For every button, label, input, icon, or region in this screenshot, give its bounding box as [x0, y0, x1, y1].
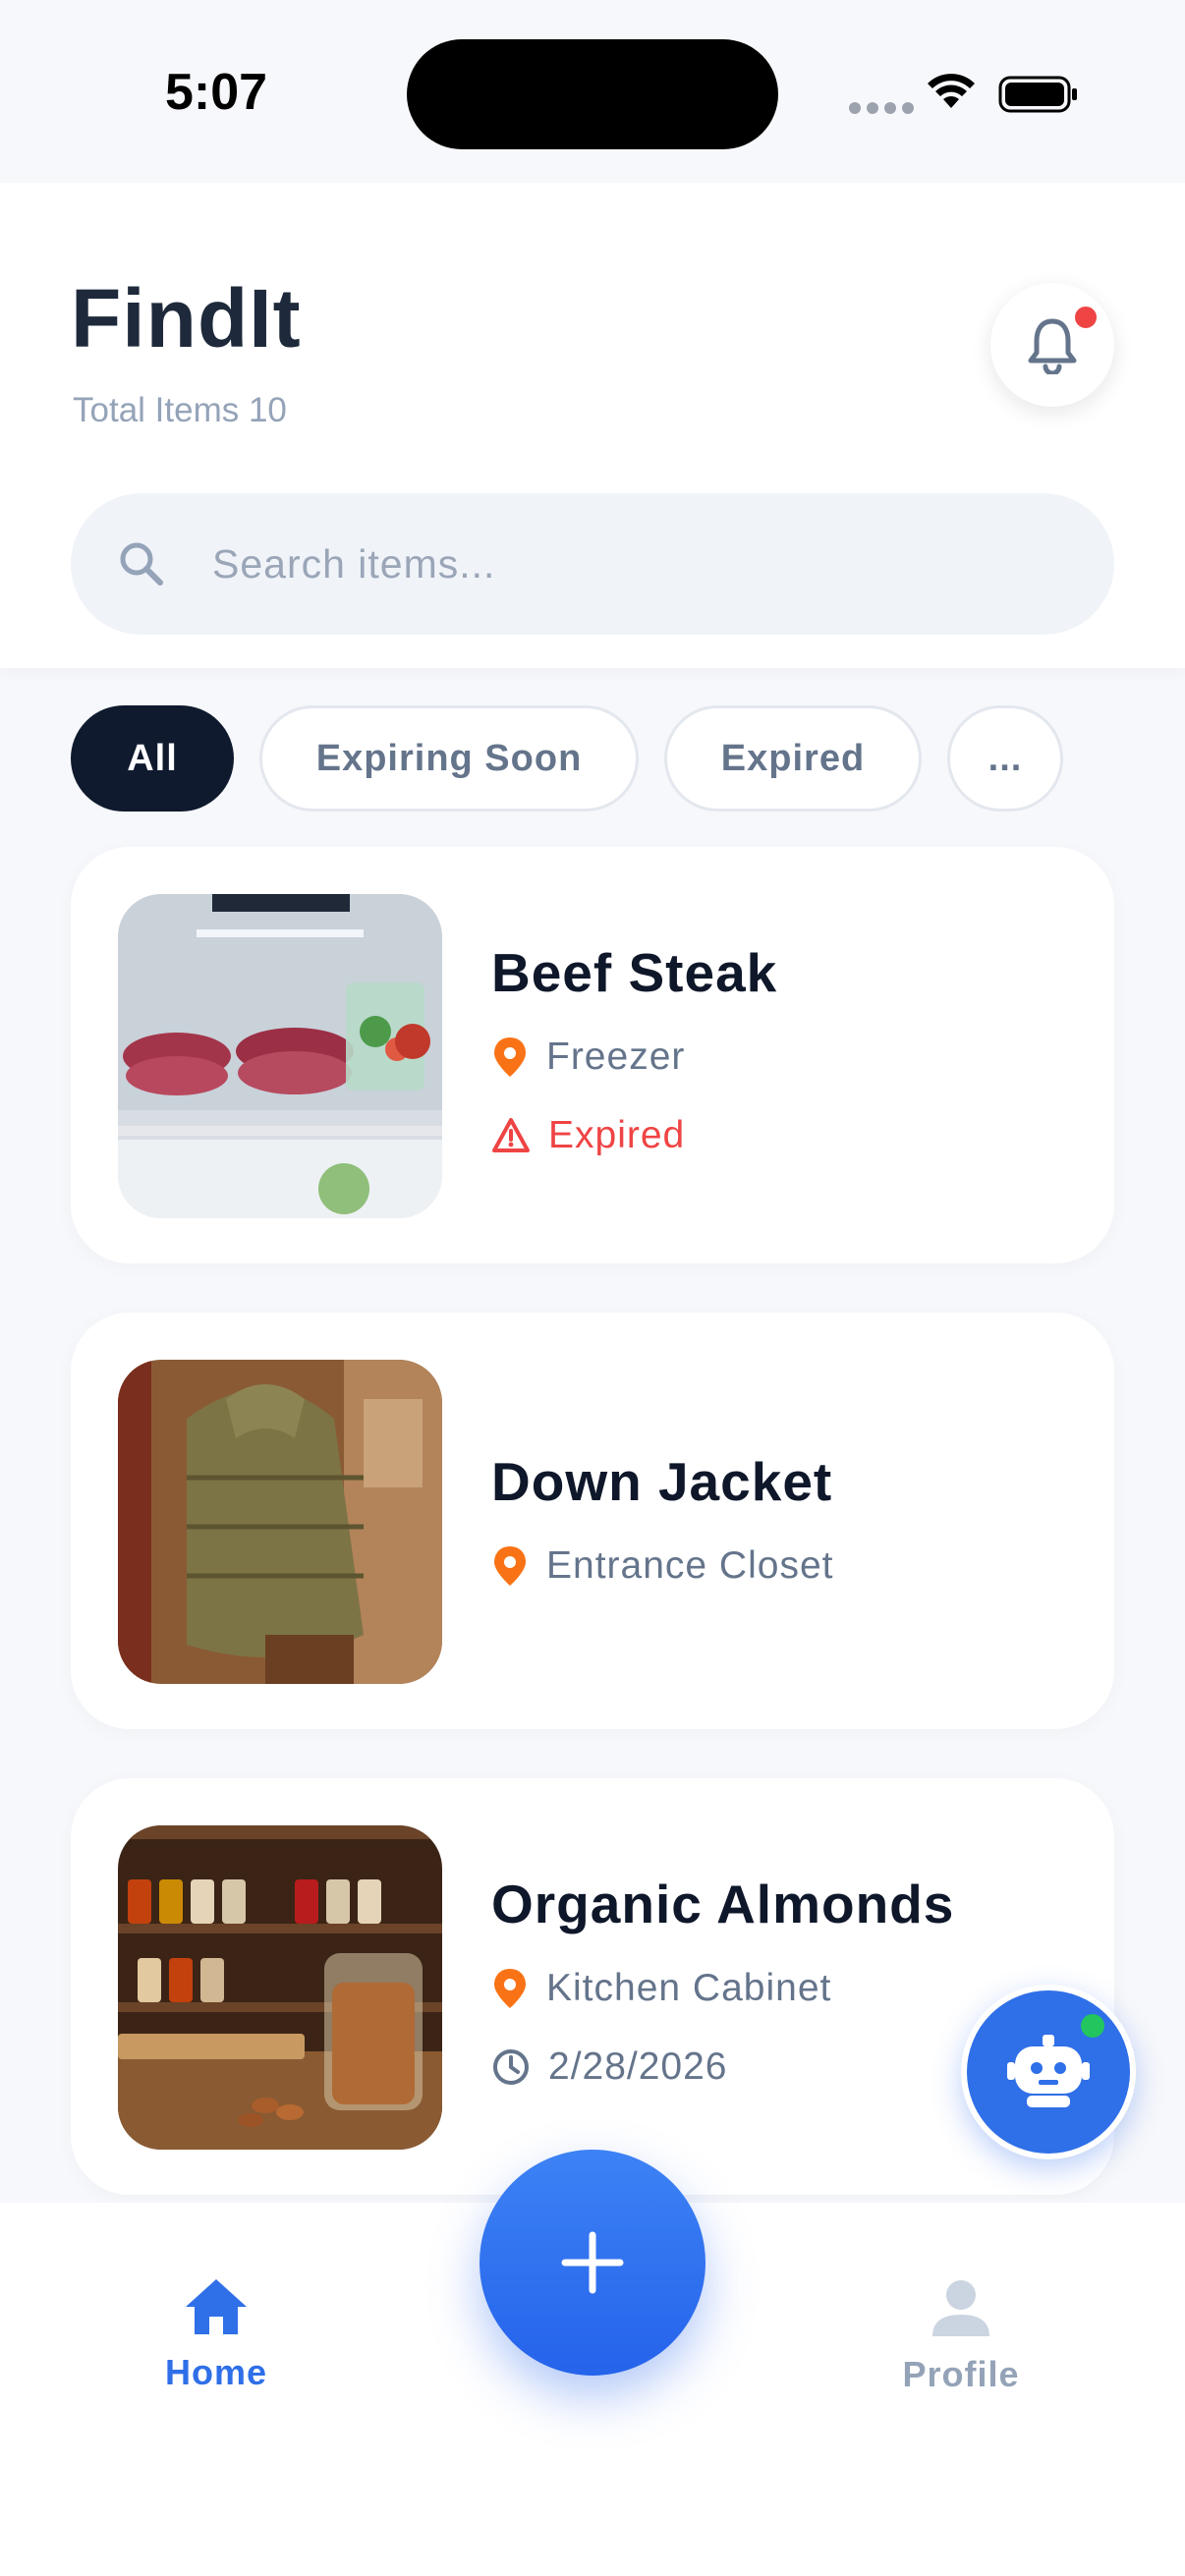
clock-icon: [493, 2049, 529, 2085]
status-bar: 5:07: [0, 0, 1185, 183]
nav-profile-label: Profile: [902, 2354, 1020, 2394]
location-pin-icon: [494, 1546, 526, 1586]
nav-home-label: Home: [164, 2352, 268, 2392]
filter-chip-all[interactable]: All: [71, 705, 234, 812]
item-location: Kitchen Cabinet: [491, 1967, 831, 2010]
nav-home[interactable]: Home: [118, 2277, 314, 2393]
filter-chip-more[interactable]: ...: [947, 705, 1063, 812]
location-pin-icon: [494, 1969, 526, 2008]
wifi-icon: [928, 74, 975, 108]
search-icon: [120, 542, 163, 586]
search-input[interactable]: [212, 529, 1057, 599]
item-date: 2/28/2026: [491, 2045, 728, 2089]
app-title: FindIt: [71, 272, 302, 364]
item-location: Entrance Closet: [491, 1544, 833, 1588]
item-status: Expired: [491, 1114, 685, 1157]
item-card[interactable]: Down Jacket Entrance Closet: [71, 1313, 1114, 1729]
user-icon: [932, 2280, 989, 2336]
assistant-button[interactable]: [961, 1985, 1136, 2159]
add-item-button[interactable]: [480, 2150, 705, 2376]
notification-badge: [1071, 303, 1100, 332]
online-indicator: [1081, 2014, 1104, 2038]
header: FindIt Total Items 10: [0, 183, 1185, 668]
status-time: 5:07: [165, 64, 268, 121]
robot-icon: [1007, 2035, 1090, 2107]
item-photo-down-jacket: [118, 1360, 442, 1684]
plus-icon: [561, 2231, 624, 2294]
cellular-signal-icon: [849, 102, 914, 114]
location-label: Freezer: [546, 1036, 686, 1078]
item-name: Down Jacket: [491, 1451, 833, 1512]
status-label: Expired: [548, 1114, 686, 1156]
filter-chip-expiring-soon[interactable]: Expiring Soon: [259, 705, 639, 812]
bell-icon: [1028, 318, 1077, 374]
home-icon: [186, 2279, 247, 2334]
search-bar[interactable]: [71, 493, 1114, 635]
location-pin-icon: [494, 1037, 526, 1077]
item-name: Organic Almonds: [491, 1874, 955, 1934]
warning-icon: [492, 1118, 530, 1152]
location-label: Entrance Closet: [546, 1544, 834, 1587]
item-photo-organic-almonds: [118, 1825, 442, 2150]
filter-chip-expired[interactable]: Expired: [664, 705, 922, 812]
nav-profile[interactable]: Profile: [863, 2277, 1059, 2395]
notifications-button[interactable]: [990, 283, 1114, 407]
dynamic-island: [407, 39, 778, 149]
item-name: Beef Steak: [491, 942, 778, 1003]
item-card[interactable]: Beef Steak Freezer Expired: [71, 847, 1114, 1263]
item-card[interactable]: Organic Almonds Kitchen Cabinet 2/28/202…: [71, 1778, 1114, 2195]
date-label: 2/28/2026: [548, 2045, 728, 2088]
filter-chips: All Expiring Soon Expired ...: [71, 705, 1063, 812]
location-label: Kitchen Cabinet: [546, 1967, 832, 2009]
item-location: Freezer: [491, 1036, 685, 1079]
battery-icon: [998, 76, 1077, 113]
total-items-count: Total Items 10: [73, 391, 287, 429]
item-photo-beef-steak: [118, 894, 442, 1218]
